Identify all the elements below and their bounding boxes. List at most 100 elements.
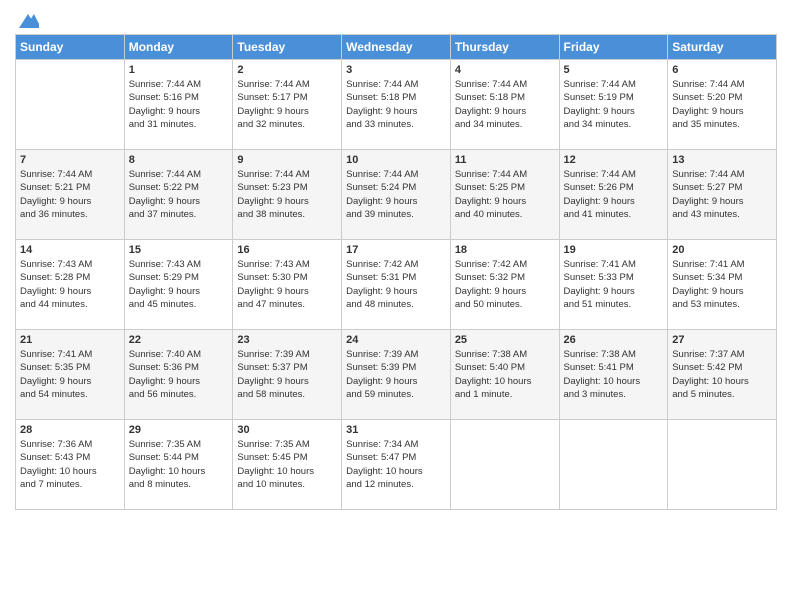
day-info: Sunrise: 7:44 AM Sunset: 5:18 PM Dayligh… (455, 78, 555, 131)
calendar-cell (668, 420, 777, 510)
calendar-cell: 14 Sunrise: 7:43 AM Sunset: 5:28 PM Dayli… (16, 240, 125, 330)
day-number: 25 (455, 334, 555, 346)
day-info: Sunrise: 7:35 AM Sunset: 5:45 PM Dayligh… (237, 438, 337, 491)
day-info: Sunrise: 7:44 AM Sunset: 5:24 PM Dayligh… (346, 168, 446, 221)
calendar-cell: 2Sunrise: 7:44 AM Sunset: 5:17 PM Daylig… (233, 60, 342, 150)
day-info: Sunrise: 7:39 AM Sunset: 5:39 PM Dayligh… (346, 348, 446, 401)
day-number: 6 (672, 64, 772, 76)
day-number: 13 (672, 154, 772, 166)
day-number: 23 (237, 334, 337, 346)
day-number: 30 (237, 424, 337, 436)
day-number: 28 (20, 424, 120, 436)
calendar-week-row: 1 Sunrise: 7:44 AM Sunset: 5:16 PM Daylig… (16, 60, 777, 150)
day-info: Sunrise: 7:39 AM Sunset: 5:37 PM Dayligh… (237, 348, 337, 401)
calendar-cell (559, 420, 668, 510)
calendar-cell: 20 Sunrise: 7:41 AM Sunset: 5:34 PM Dayli… (668, 240, 777, 330)
day-info: Sunrise: 7:34 AM Sunset: 5:47 PM Dayligh… (346, 438, 446, 491)
calendar-day-header: Wednesday (342, 35, 451, 60)
calendar-cell: 26Sunrise: 7:38 AM Sunset: 5:41 PM Dayli… (559, 330, 668, 420)
calendar-cell: 13 Sunrise: 7:44 AM Sunset: 5:27 PM Dayli… (668, 150, 777, 240)
calendar-day-header: Tuesday (233, 35, 342, 60)
calendar-cell: 28 Sunrise: 7:36 AM Sunset: 5:43 PM Dayli… (16, 420, 125, 510)
calendar-week-row: 28 Sunrise: 7:36 AM Sunset: 5:43 PM Dayli… (16, 420, 777, 510)
day-number: 4 (455, 64, 555, 76)
day-number: 18 (455, 244, 555, 256)
calendar-cell: 4 Sunrise: 7:44 AM Sunset: 5:18 PM Daylig… (450, 60, 559, 150)
calendar-cell: 23 Sunrise: 7:39 AM Sunset: 5:37 PM Dayli… (233, 330, 342, 420)
calendar-cell: 5Sunrise: 7:44 AM Sunset: 5:19 PM Daylig… (559, 60, 668, 150)
calendar-day-header: Sunday (16, 35, 125, 60)
day-info: Sunrise: 7:38 AM Sunset: 5:40 PM Dayligh… (455, 348, 555, 401)
day-number: 21 (20, 334, 120, 346)
day-info: Sunrise: 7:43 AM Sunset: 5:30 PM Dayligh… (237, 258, 337, 311)
day-info: Sunrise: 7:44 AM Sunset: 5:26 PM Dayligh… (564, 168, 664, 221)
day-info: Sunrise: 7:41 AM Sunset: 5:34 PM Dayligh… (672, 258, 772, 311)
day-info: Sunrise: 7:44 AM Sunset: 5:25 PM Dayligh… (455, 168, 555, 221)
day-info: Sunrise: 7:42 AM Sunset: 5:31 PM Dayligh… (346, 258, 446, 311)
day-number: 19 (564, 244, 664, 256)
calendar-cell: 21 Sunrise: 7:41 AM Sunset: 5:35 PM Dayli… (16, 330, 125, 420)
calendar-cell: 10 Sunrise: 7:44 AM Sunset: 5:24 PM Dayli… (342, 150, 451, 240)
calendar-cell: 24 Sunrise: 7:39 AM Sunset: 5:39 PM Dayli… (342, 330, 451, 420)
day-number: 29 (129, 424, 229, 436)
calendar-cell (450, 420, 559, 510)
day-info: Sunrise: 7:41 AM Sunset: 5:33 PM Dayligh… (564, 258, 664, 311)
day-number: 1 (129, 64, 229, 76)
calendar-week-row: 21 Sunrise: 7:41 AM Sunset: 5:35 PM Dayli… (16, 330, 777, 420)
calendar-week-row: 7 Sunrise: 7:44 AM Sunset: 5:21 PM Daylig… (16, 150, 777, 240)
day-info: Sunrise: 7:44 AM Sunset: 5:18 PM Dayligh… (346, 78, 446, 131)
day-number: 2 (237, 64, 337, 76)
day-number: 16 (237, 244, 337, 256)
day-number: 14 (20, 244, 120, 256)
day-info: Sunrise: 7:35 AM Sunset: 5:44 PM Dayligh… (129, 438, 229, 491)
calendar-cell: 27Sunrise: 7:37 AM Sunset: 5:42 PM Dayli… (668, 330, 777, 420)
day-number: 12 (564, 154, 664, 166)
day-info: Sunrise: 7:36 AM Sunset: 5:43 PM Dayligh… (20, 438, 120, 491)
day-info: Sunrise: 7:43 AM Sunset: 5:29 PM Dayligh… (129, 258, 229, 311)
calendar-cell: 11Sunrise: 7:44 AM Sunset: 5:25 PM Dayli… (450, 150, 559, 240)
day-number: 10 (346, 154, 446, 166)
day-info: Sunrise: 7:44 AM Sunset: 5:20 PM Dayligh… (672, 78, 772, 131)
calendar-cell: 16 Sunrise: 7:43 AM Sunset: 5:30 PM Dayli… (233, 240, 342, 330)
day-info: Sunrise: 7:37 AM Sunset: 5:42 PM Dayligh… (672, 348, 772, 401)
day-info: Sunrise: 7:42 AM Sunset: 5:32 PM Dayligh… (455, 258, 555, 311)
day-number: 5 (564, 64, 664, 76)
page-header (15, 10, 777, 26)
calendar-day-header: Monday (124, 35, 233, 60)
day-number: 26 (564, 334, 664, 346)
day-info: Sunrise: 7:41 AM Sunset: 5:35 PM Dayligh… (20, 348, 120, 401)
day-number: 20 (672, 244, 772, 256)
calendar-day-header: Saturday (668, 35, 777, 60)
calendar-cell: 31 Sunrise: 7:34 AM Sunset: 5:47 PM Dayli… (342, 420, 451, 510)
day-number: 22 (129, 334, 229, 346)
calendar-cell: 9Sunrise: 7:44 AM Sunset: 5:23 PM Daylig… (233, 150, 342, 240)
calendar-cell (16, 60, 125, 150)
calendar-cell: 22 Sunrise: 7:40 AM Sunset: 5:36 PM Dayli… (124, 330, 233, 420)
day-number: 17 (346, 244, 446, 256)
day-number: 31 (346, 424, 446, 436)
day-number: 7 (20, 154, 120, 166)
day-info: Sunrise: 7:44 AM Sunset: 5:21 PM Dayligh… (20, 168, 120, 221)
calendar-cell: 3Sunrise: 7:44 AM Sunset: 5:18 PM Daylig… (342, 60, 451, 150)
day-number: 24 (346, 334, 446, 346)
calendar-day-header: Friday (559, 35, 668, 60)
calendar-cell: 25 Sunrise: 7:38 AM Sunset: 5:40 PM Dayli… (450, 330, 559, 420)
day-info: Sunrise: 7:44 AM Sunset: 5:22 PM Dayligh… (129, 168, 229, 221)
day-info: Sunrise: 7:40 AM Sunset: 5:36 PM Dayligh… (129, 348, 229, 401)
calendar-week-row: 14 Sunrise: 7:43 AM Sunset: 5:28 PM Dayli… (16, 240, 777, 330)
calendar-cell: 1 Sunrise: 7:44 AM Sunset: 5:16 PM Daylig… (124, 60, 233, 150)
calendar-cell: 8Sunrise: 7:44 AM Sunset: 5:22 PM Daylig… (124, 150, 233, 240)
calendar-cell: 12 Sunrise: 7:44 AM Sunset: 5:26 PM Dayli… (559, 150, 668, 240)
day-info: Sunrise: 7:43 AM Sunset: 5:28 PM Dayligh… (20, 258, 120, 311)
logo (15, 10, 39, 26)
calendar-cell: 18 Sunrise: 7:42 AM Sunset: 5:32 PM Dayli… (450, 240, 559, 330)
day-info: Sunrise: 7:44 AM Sunset: 5:27 PM Dayligh… (672, 168, 772, 221)
calendar-cell: 17 Sunrise: 7:42 AM Sunset: 5:31 PM Dayli… (342, 240, 451, 330)
calendar-cell: 15 Sunrise: 7:43 AM Sunset: 5:29 PM Dayli… (124, 240, 233, 330)
logo-icon (17, 10, 39, 32)
calendar-cell: 30 Sunrise: 7:35 AM Sunset: 5:45 PM Dayli… (233, 420, 342, 510)
day-number: 15 (129, 244, 229, 256)
calendar-cell: 19 Sunrise: 7:41 AM Sunset: 5:33 PM Dayli… (559, 240, 668, 330)
day-info: Sunrise: 7:44 AM Sunset: 5:16 PM Dayligh… (129, 78, 229, 131)
calendar-cell: 6 Sunrise: 7:44 AM Sunset: 5:20 PM Daylig… (668, 60, 777, 150)
